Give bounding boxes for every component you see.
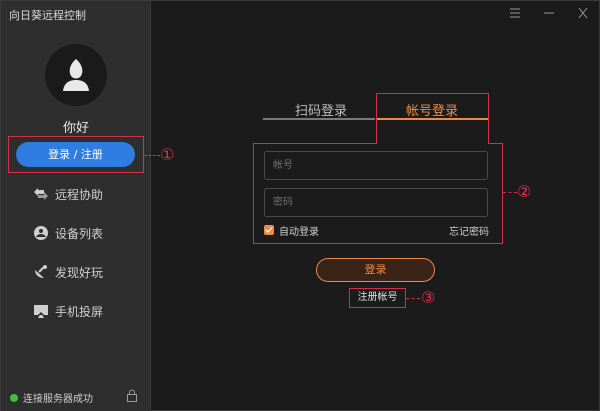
device-list-icon [33,225,49,241]
annotation-connector-1 [144,155,160,156]
greeting: 你好 [62,121,89,136]
password-field[interactable] [264,188,488,217]
sidebar-item-label: 发现好玩 [55,265,104,280]
sidebar-item-remote-assist[interactable]: 远程协助 [33,184,103,204]
checkmark-icon [265,227,273,233]
login-register-button[interactable]: 登录 / 注册 [16,142,135,167]
lock-icon[interactable] [126,389,138,402]
auto-login-checkbox[interactable] [264,225,274,235]
account-field[interactable] [264,151,488,180]
screen-cast-icon [33,303,49,319]
app-window: 向日葵远程控制 你好 登录 / 注册 远程协助 设备列表 发现好玩 手机投屏 连… [0,0,600,411]
menu-icon[interactable] [507,6,523,20]
sidebar-item-screen-cast[interactable]: 手机投屏 [33,301,103,321]
forgot-password-link[interactable]: 忘记密码 [449,223,489,238]
sidebar-item-device-list[interactable]: 设备列表 [33,223,103,243]
sidebar-item-label: 远程协助 [55,187,104,202]
user-avatar-icon [63,59,89,91]
sidebar: 向日葵远程控制 你好 登录 / 注册 远程协助 设备列表 发现好玩 手机投屏 连… [1,1,151,411]
close-icon[interactable] [575,6,591,20]
sidebar-item-label: 手机投屏 [55,304,104,319]
login-submit-button[interactable]: 登录 [316,258,435,282]
account-input[interactable] [265,152,487,179]
status-text: 连接服务器成功 [23,394,93,405]
avatar[interactable] [45,44,107,106]
remote-assist-icon [33,186,49,202]
app-title: 向日葵远程控制 [9,9,86,22]
auto-login-label[interactable]: 自动登录 [279,223,319,238]
sidebar-item-discover[interactable]: 发现好玩 [33,262,103,282]
annotation-marker-2: ② [517,182,532,201]
connection-status: 连接服务器成功 [10,390,93,405]
register-account-link[interactable]: 注册帐号 [349,288,406,308]
annotation-connector-3 [406,298,420,299]
annotation-marker-1: ① [160,145,175,164]
status-online-dot [10,393,18,402]
satellite-icon [33,264,49,280]
minimize-icon[interactable] [541,6,557,20]
annotation-connector-2 [503,192,517,193]
annotation-marker-3: ③ [421,288,436,307]
password-input[interactable] [265,189,487,216]
sidebar-item-label: 设备列表 [55,226,104,241]
